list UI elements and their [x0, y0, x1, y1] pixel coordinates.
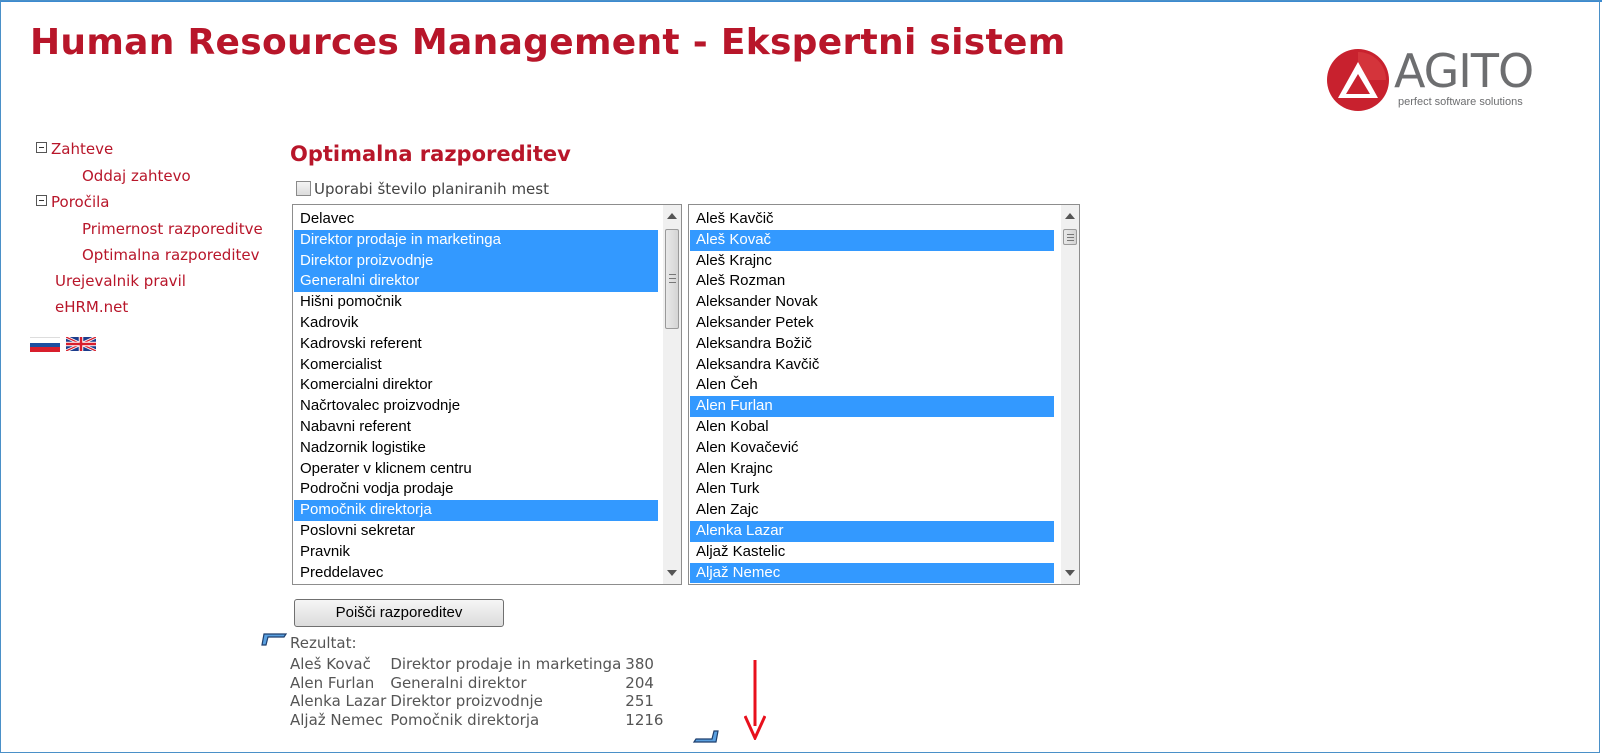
sidebar-item-ehrm[interactable]: eHRM.net — [55, 298, 128, 316]
scroll-up-icon[interactable] — [667, 213, 677, 219]
corner-marker-icon — [261, 633, 288, 646]
sidebar-item-oddaj-zahtevo[interactable]: Oddaj zahtevo — [82, 167, 191, 185]
result-name: Aljaž Nemec — [290, 710, 383, 729]
employee-option[interactable]: Aleš Kavčič — [690, 209, 1054, 230]
result-name: Alen Furlan — [290, 673, 375, 692]
table-row: Aleš Kovač Direktor prodaje in marketinga… — [290, 655, 667, 674]
agito-logo: AGITO perfect software solutions — [1326, 44, 1562, 114]
scroll-down-icon[interactable] — [667, 570, 677, 576]
position-option[interactable]: Operater v klicnem centru — [294, 459, 658, 480]
table-row: Alen Furlan Generalni direktor 204 — [290, 674, 667, 693]
position-option[interactable]: Preddelavec — [294, 563, 658, 584]
positions-options: Delavec Direktor prodaje in marketinga Dir… — [294, 209, 658, 583]
planned-positions-checkbox[interactable] — [296, 181, 311, 196]
sidebar-item-zahteve[interactable]: Zahteve — [36, 140, 113, 158]
result-table: Aleš Kovač Direktor prodaje in marketinga… — [290, 655, 667, 729]
logo-tagline: perfect software solutions — [1398, 96, 1523, 108]
position-option[interactable]: Kadrovski referent — [294, 334, 658, 355]
position-option[interactable]: Direktor proizvodnje — [294, 250, 658, 272]
sidebar-item-primernost-razporeditve[interactable]: Primernost razporeditve — [82, 220, 263, 238]
position-option[interactable]: Nabavni referent — [294, 417, 658, 438]
sidebar-item-porocila[interactable]: Poročila — [36, 193, 109, 211]
section-title: Optimalna razporeditev — [290, 142, 571, 166]
corner-marker-icon — [692, 730, 719, 743]
position-option[interactable]: Hišni pomočnik — [294, 292, 658, 313]
employees-listbox[interactable]: Aleš Kavčič Aleš Kovač Aleš Krajnc Aleš Roz… — [688, 204, 1080, 585]
position-option[interactable]: Poslovni sekretar — [294, 521, 658, 542]
positions-listbox[interactable]: Delavec Direktor prodaje in marketinga Dir… — [292, 204, 682, 585]
planned-positions-option[interactable]: Uporabi število planiranih mest — [296, 180, 549, 198]
position-option[interactable]: Komercialni direktor — [294, 375, 658, 396]
find-assignment-button[interactable]: Poišči razporeditev — [294, 599, 504, 627]
logo-wordmark: AGITO — [1394, 44, 1534, 98]
employee-option[interactable]: Alen Krajnc — [690, 459, 1054, 480]
result-name: Aleš Kovač — [290, 655, 371, 673]
sidebar-item-label: Poročila — [51, 193, 110, 211]
position-option[interactable]: Področni vodja prodaje — [294, 479, 658, 500]
result-score: 204 — [625, 673, 654, 692]
positions-scrollbar[interactable] — [663, 205, 681, 584]
position-option[interactable]: Delavec — [294, 209, 658, 230]
scroll-up-icon[interactable] — [1065, 213, 1075, 219]
result-position: Direktor proizvodnje — [390, 692, 543, 710]
collapse-icon[interactable] — [36, 142, 47, 153]
table-row: Alenka Lazar Direktor proizvodnje 251 — [290, 692, 667, 711]
scroll-down-icon[interactable] — [1065, 570, 1075, 576]
employee-option[interactable]: Alen Zajc — [690, 500, 1054, 521]
position-option[interactable]: Nadzornik logistike — [294, 438, 658, 459]
employee-option[interactable]: Aleksandra Kavčič — [690, 355, 1054, 376]
checkbox-label: Uporabi število planiranih mest — [314, 180, 549, 198]
scroll-thumb[interactable] — [665, 229, 679, 329]
page-title: Human Resources Management - Ekspertni s… — [30, 22, 1066, 63]
position-option[interactable]: Načrtovalec proizvodnje — [294, 396, 658, 417]
sidebar-item-optimalna-razporeditev[interactable]: Optimalna razporeditev — [82, 246, 260, 264]
employees-options: Aleš Kavčič Aleš Kovač Aleš Krajnc Aleš Roz… — [690, 209, 1054, 584]
employee-option[interactable]: Aleš Krajnc — [690, 251, 1054, 272]
result-label: Rezultat: — [290, 634, 357, 652]
result-score: 380 — [625, 655, 654, 673]
result-score: 1216 — [625, 710, 664, 729]
position-option[interactable]: Direktor prodaje in marketinga — [294, 229, 658, 251]
employee-option[interactable]: Alen Turk — [690, 479, 1054, 500]
employee-option[interactable]: Aleš Rozman — [690, 271, 1054, 292]
employee-option[interactable]: Aljaž Kastelic — [690, 542, 1054, 563]
employee-option[interactable]: Aleksander Petek — [690, 313, 1054, 334]
employee-option[interactable]: Alen Kovačević — [690, 438, 1054, 459]
position-option[interactable]: Generalni direktor — [294, 271, 658, 293]
position-option[interactable]: Pravnik — [294, 542, 658, 563]
table-row: Aljaž Nemec Pomočnik direktorja 1216 — [290, 711, 667, 730]
employee-option[interactable]: Alenka Lazar — [690, 520, 1054, 542]
position-option[interactable]: Komercialist — [294, 355, 658, 376]
result-position: Direktor prodaje in marketinga — [390, 655, 622, 673]
employees-scrollbar[interactable] — [1061, 205, 1079, 584]
scroll-thumb[interactable] — [1063, 229, 1077, 245]
employee-option[interactable]: Aljaž Nemec — [690, 562, 1054, 584]
agito-logo-icon — [1327, 49, 1389, 111]
uk-flag-icon[interactable] — [66, 337, 96, 351]
position-option[interactable]: Pomočnik direktorja — [294, 500, 658, 521]
result-name: Alenka Lazar — [290, 692, 387, 710]
employee-option[interactable]: Alen Furlan — [690, 396, 1054, 417]
sidebar-item-label: Zahteve — [51, 140, 114, 158]
result-position: Generalni direktor — [390, 673, 527, 692]
employee-option[interactable]: Alen Kobal — [690, 417, 1054, 438]
result-score: 251 — [625, 692, 654, 710]
position-option[interactable]: Kadrovik — [294, 313, 658, 334]
employee-option[interactable]: Alen Čeh — [690, 375, 1054, 396]
employee-option[interactable]: Aleksandra Božič — [690, 334, 1054, 355]
sidebar-item-urejevalnik-pravil[interactable]: Urejevalnik pravil — [55, 272, 186, 290]
result-position: Pomočnik direktorja — [390, 710, 540, 729]
slovenian-flag-icon[interactable] — [30, 337, 60, 352]
down-arrow-icon — [744, 660, 766, 740]
employee-option[interactable]: Aleksander Novak — [690, 292, 1054, 313]
employee-option[interactable]: Aleš Kovač — [690, 229, 1054, 251]
collapse-icon[interactable] — [36, 195, 47, 206]
